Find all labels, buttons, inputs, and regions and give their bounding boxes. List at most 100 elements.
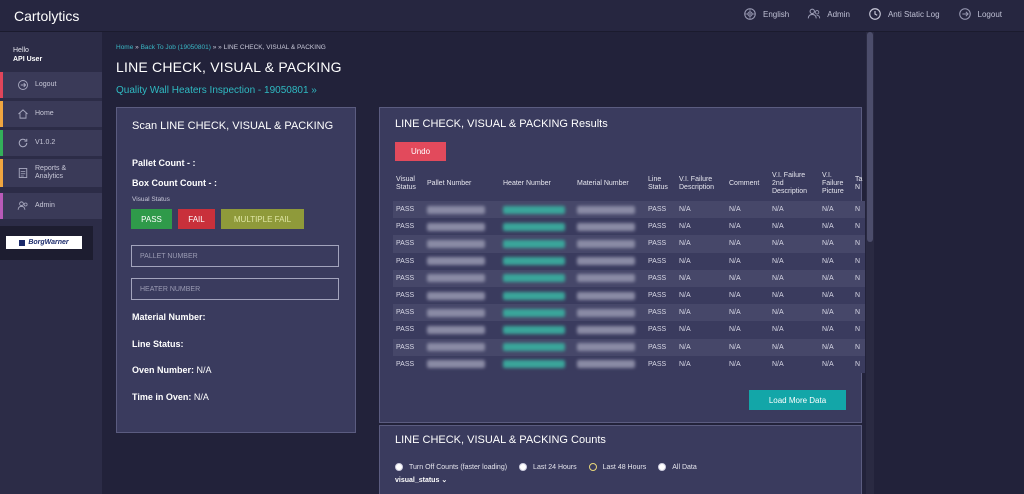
radio-last-24-hours[interactable]: Last 24 Hours bbox=[519, 463, 577, 471]
user-group-icon bbox=[808, 8, 821, 19]
user-greeting: Hello API User bbox=[13, 46, 42, 64]
time-range-options: Turn Off Counts (faster loading) Last 24… bbox=[395, 463, 697, 471]
cell-pallet-number-redacted bbox=[424, 201, 500, 219]
cell-heater-number-redacted bbox=[500, 304, 574, 322]
redacted-value bbox=[427, 222, 485, 231]
breadcrumb-home[interactable]: Home bbox=[116, 44, 133, 51]
table-row[interactable]: PASS PASS N/A N/A N/A N/A N bbox=[393, 355, 866, 373]
col-line-status[interactable]: Line Status bbox=[645, 167, 676, 201]
cell-comment: N/A bbox=[726, 321, 769, 339]
undo-button[interactable]: Undo bbox=[395, 142, 446, 161]
count-field-select[interactable]: visual_status ⌄ bbox=[395, 476, 447, 484]
col-vi-failure-picture[interactable]: V.I. Failure Picture bbox=[819, 167, 852, 201]
language-link[interactable]: English bbox=[743, 7, 789, 21]
top-nav: English Admin Anti Static Log Logout bbox=[743, 7, 1002, 21]
table-row[interactable]: PASS PASS N/A N/A N/A N/A N bbox=[393, 218, 866, 236]
cell-line-status: PASS bbox=[645, 201, 676, 219]
cell-pallet-number-redacted bbox=[424, 304, 500, 322]
redacted-value bbox=[503, 239, 565, 248]
redacted-value bbox=[427, 360, 485, 369]
cell-visual-status: PASS bbox=[393, 321, 424, 339]
cell-visual-status: PASS bbox=[393, 269, 424, 287]
table-row[interactable]: PASS PASS N/A N/A N/A N/A N bbox=[393, 286, 866, 305]
cell-vi-failure-2nd-description: N/A bbox=[769, 201, 819, 219]
heater-number-input[interactable] bbox=[131, 278, 339, 300]
redacted-value bbox=[427, 291, 485, 300]
cell-pallet-number-redacted bbox=[424, 235, 500, 253]
redacted-value bbox=[577, 325, 635, 334]
load-more-button[interactable]: Load More Data bbox=[749, 390, 846, 410]
cell-pallet-number-redacted bbox=[424, 338, 500, 356]
cell-vi-failure-description: N/A bbox=[676, 252, 726, 270]
redacted-value bbox=[577, 222, 635, 231]
pass-button[interactable]: PASS bbox=[131, 209, 172, 229]
app-title[interactable]: Cartolytics bbox=[14, 8, 79, 24]
results-table: Visual Status Pallet Number Heater Numbe… bbox=[393, 167, 866, 373]
sidebar-item-logout[interactable]: Logout bbox=[0, 72, 102, 98]
radio-button[interactable] bbox=[395, 463, 403, 471]
cell-pallet-number-redacted bbox=[424, 218, 500, 236]
cell-visual-status: PASS bbox=[393, 218, 424, 236]
logout-link[interactable]: Logout bbox=[958, 7, 1002, 21]
radio-label: Last 48 Hours bbox=[602, 463, 647, 471]
cell-heater-number-redacted bbox=[500, 252, 574, 270]
col-heater-number[interactable]: Heater Number bbox=[500, 167, 574, 201]
cell-vi-failure-picture: N/A bbox=[819, 269, 852, 287]
cell-vi-failure-2nd-description: N/A bbox=[769, 304, 819, 322]
radio-all-data[interactable]: All Data bbox=[658, 463, 697, 471]
radio-button[interactable] bbox=[519, 463, 528, 471]
redacted-value bbox=[427, 205, 485, 214]
logout-icon bbox=[958, 8, 971, 20]
logout-icon bbox=[18, 80, 28, 90]
user-name: API User bbox=[13, 56, 43, 63]
table-row[interactable]: PASS PASS N/A N/A N/A N/A N bbox=[393, 235, 866, 253]
cell-heater-number-redacted bbox=[500, 355, 574, 373]
redacted-value bbox=[503, 222, 565, 231]
sidebar-item-reports[interactable]: Reports & Analytics bbox=[0, 159, 102, 187]
cell-truncated: N bbox=[852, 269, 866, 287]
table-row[interactable]: PASS PASS N/A N/A N/A N/A N bbox=[393, 304, 866, 322]
sidebar-item-label: Logout bbox=[35, 81, 57, 88]
col-vi-failure-2nd-description[interactable]: V.I. Failure 2nd Description bbox=[769, 167, 819, 201]
oven-number: Oven Number: N/A bbox=[132, 365, 212, 375]
multiple-fail-button[interactable]: MULTIPLE FAIL bbox=[221, 209, 304, 229]
table-row[interactable]: PASS PASS N/A N/A N/A N/A N bbox=[393, 321, 866, 339]
sidebar: Hello API User Logout Home V1.0.2 Report… bbox=[0, 32, 102, 494]
col-comment[interactable]: Comment bbox=[726, 167, 769, 201]
fail-button[interactable]: FAIL bbox=[178, 209, 215, 229]
sidebar-item-home[interactable]: Home bbox=[0, 101, 102, 127]
inspection-link[interactable]: Quality Wall Heaters Inspection - 190508… bbox=[116, 85, 317, 96]
redacted-value bbox=[577, 360, 635, 369]
col-visual-status[interactable]: Visual Status bbox=[393, 167, 424, 201]
redacted-value bbox=[503, 360, 565, 369]
admin-link[interactable]: Admin bbox=[807, 7, 850, 21]
table-row[interactable]: PASS PASS N/A N/A N/A N/A N bbox=[393, 338, 866, 356]
cell-visual-status: PASS bbox=[393, 338, 424, 356]
cell-vi-failure-description: N/A bbox=[676, 286, 726, 305]
anti-static-log-label: Anti Static Log bbox=[887, 9, 940, 19]
radio-turn-off-counts[interactable]: Turn Off Counts (faster loading) bbox=[395, 463, 507, 471]
radio-button-selected[interactable] bbox=[588, 463, 597, 471]
pallet-number-input[interactable] bbox=[131, 245, 339, 267]
logout-label: Logout bbox=[977, 9, 1002, 19]
col-material-number[interactable]: Material Number bbox=[574, 167, 645, 201]
cell-pallet-number-redacted bbox=[424, 286, 500, 305]
table-row[interactable]: PASS PASS N/A N/A N/A N/A N bbox=[393, 252, 866, 270]
cell-vi-failure-picture: N/A bbox=[819, 235, 852, 253]
cell-comment: N/A bbox=[726, 338, 769, 356]
radio-button[interactable] bbox=[658, 463, 667, 471]
col-truncated[interactable]: Ta N bbox=[852, 167, 865, 201]
breadcrumb-back-to-job[interactable]: Back To Job (19050801) bbox=[141, 44, 211, 51]
sidebar-item-version[interactable]: V1.0.2 bbox=[0, 130, 102, 156]
redacted-value bbox=[427, 325, 485, 334]
breadcrumb-current: LINE CHECK, VISUAL & PACKING bbox=[223, 44, 326, 51]
scrollbar-thumb[interactable] bbox=[867, 32, 873, 242]
sidebar-item-admin[interactable]: Admin bbox=[0, 193, 102, 219]
col-pallet-number[interactable]: Pallet Number bbox=[424, 167, 500, 201]
radio-last-48-hours[interactable]: Last 48 Hours bbox=[588, 463, 647, 471]
anti-static-log-link[interactable]: Anti Static Log bbox=[868, 7, 940, 21]
table-row[interactable]: PASS PASS N/A N/A N/A N/A N bbox=[393, 201, 866, 219]
col-vi-failure-description[interactable]: V.I. Failure Description bbox=[676, 167, 726, 201]
table-row[interactable]: PASS PASS N/A N/A N/A N/A N bbox=[393, 269, 866, 287]
cell-heater-number-redacted bbox=[500, 218, 574, 236]
